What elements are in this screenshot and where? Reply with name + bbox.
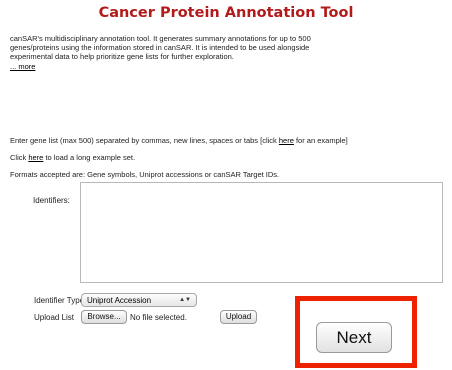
identifiers-label: Identifiers:	[33, 196, 70, 205]
long-example-after: to load a long example set.	[43, 153, 136, 162]
upload-list-label: Upload List	[34, 313, 75, 322]
identifier-type-selected: Uniprot Accession	[87, 295, 152, 305]
upload-button[interactable]: Upload	[220, 310, 257, 324]
next-button[interactable]: Next	[316, 322, 392, 353]
browse-button[interactable]: Browse...	[81, 310, 127, 324]
long-example-instruction: Click here to load a long example set.	[10, 153, 135, 162]
intro-paragraph: canSAR's multidisciplinary annotation to…	[10, 34, 330, 71]
identifier-type-select[interactable]: Uniprot Accession ▲▼	[81, 293, 197, 307]
example-link[interactable]: here	[279, 136, 294, 145]
more-link[interactable]: ... more	[10, 62, 35, 71]
identifiers-textarea[interactable]	[80, 182, 443, 283]
gene-list-instruction-before: Enter gene list (max 500) separated by c…	[10, 136, 279, 145]
updown-arrow-icon: ▲▼	[179, 297, 191, 303]
gene-list-instruction-after: for an example]	[293, 136, 348, 145]
no-file-selected-text: No file selected.	[130, 313, 187, 322]
long-example-before: Click	[10, 153, 29, 162]
intro-text: canSAR's multidisciplinary annotation to…	[10, 34, 311, 62]
gene-list-instruction: Enter gene list (max 500) separated by c…	[10, 136, 348, 145]
formats-text: Formats accepted are: Gene symbols, Unip…	[10, 170, 280, 179]
page-title: Cancer Protein Annotation Tool	[98, 5, 354, 21]
identifier-type-label: Identifier Type:	[34, 296, 87, 305]
long-example-link[interactable]: here	[28, 153, 43, 162]
